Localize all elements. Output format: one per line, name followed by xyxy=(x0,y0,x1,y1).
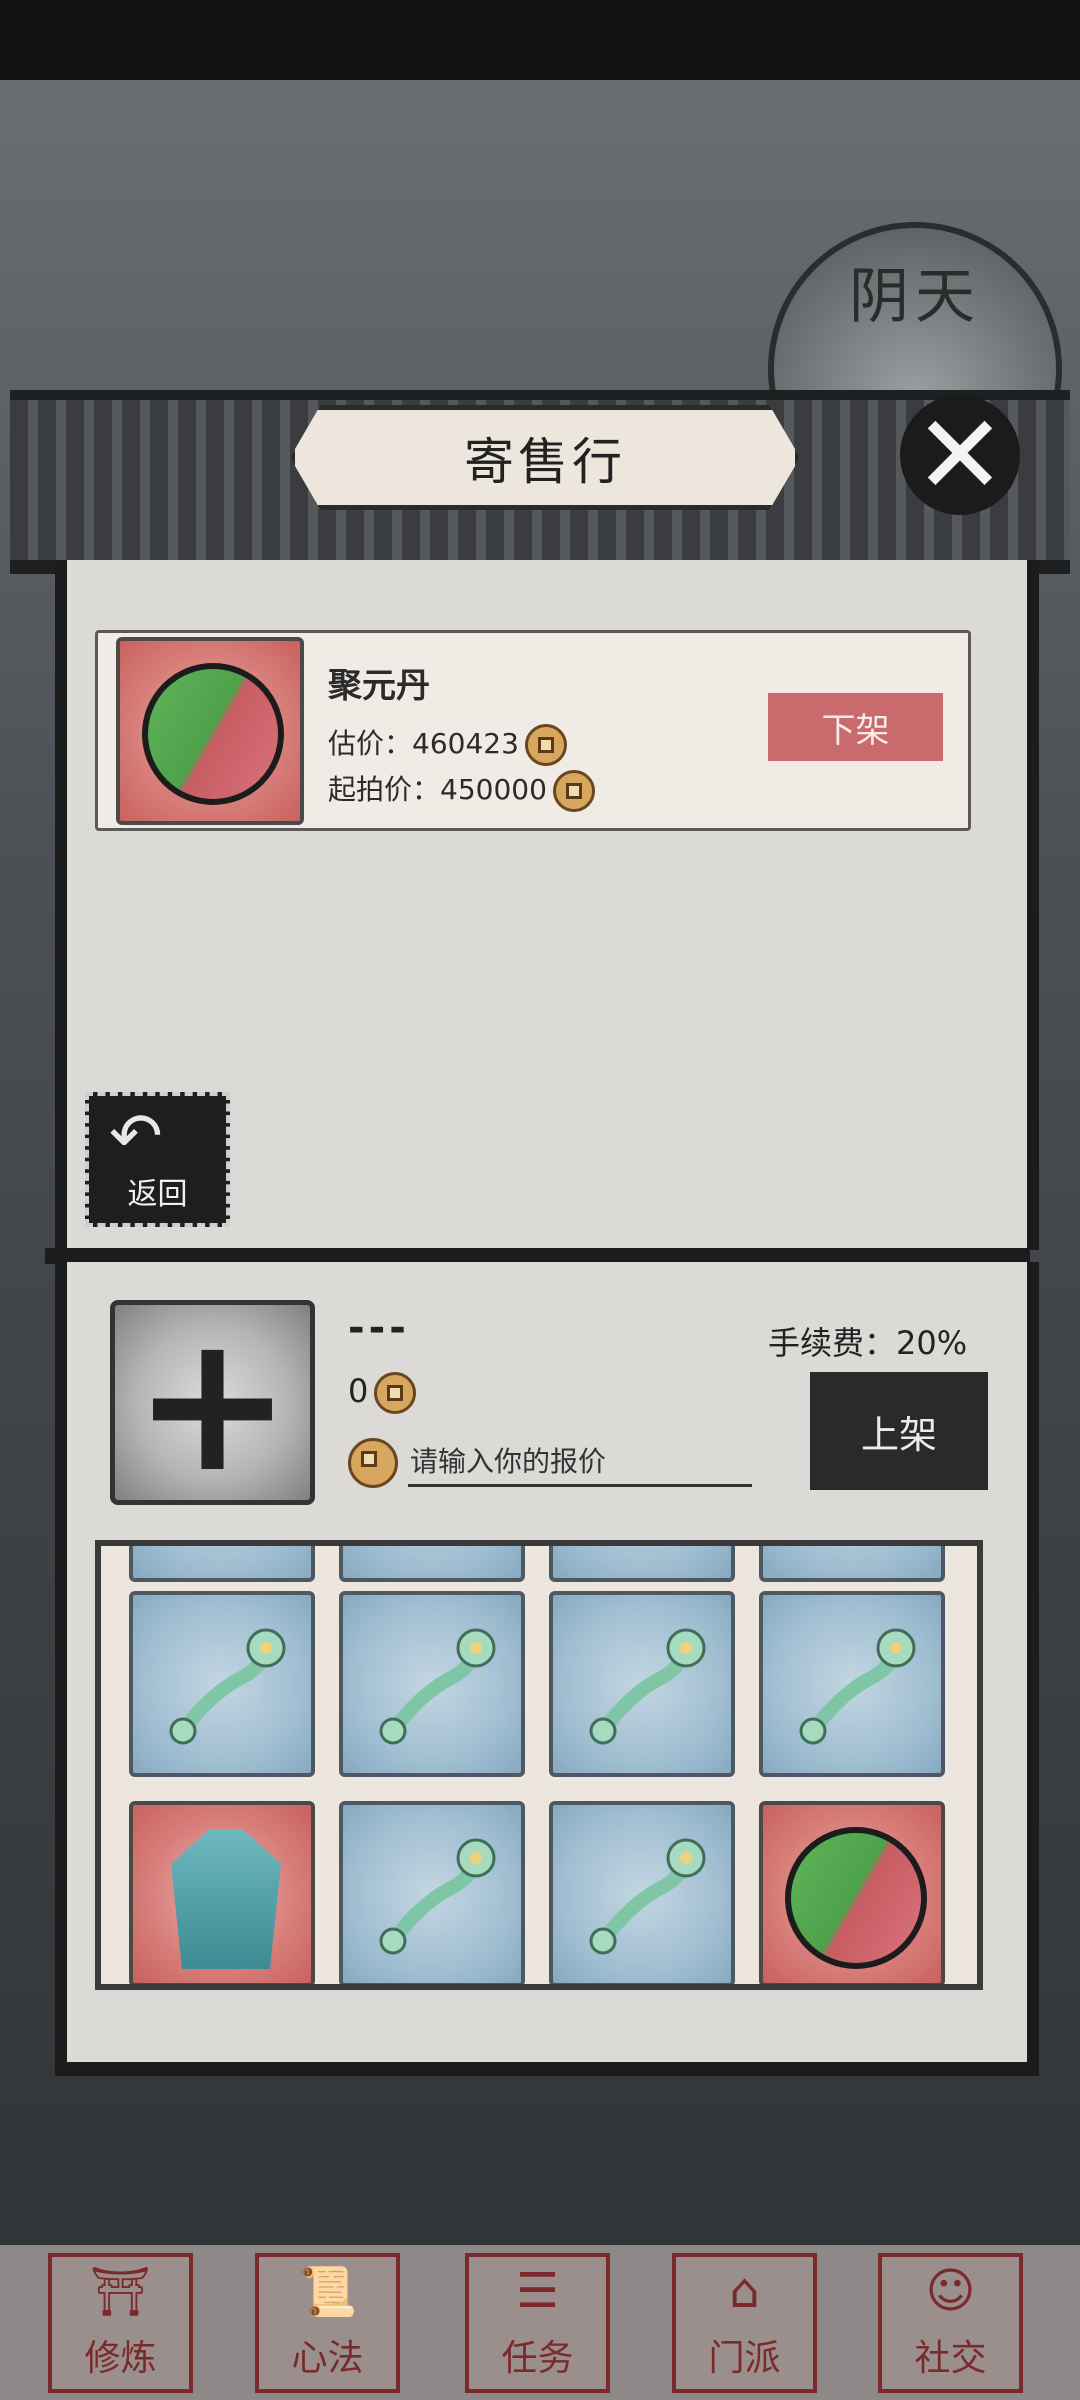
ruyi-icon xyxy=(799,1628,916,1745)
inventory-slot[interactable] xyxy=(129,1591,315,1777)
plus-icon: + xyxy=(132,1293,293,1514)
pill-icon xyxy=(785,1827,927,1969)
nav-label: 任务 xyxy=(501,2338,574,2379)
ruyi-icon xyxy=(589,1628,706,1745)
nav-item-sect[interactable]: ⌂ 门派 xyxy=(672,2253,817,2393)
title-plate: 寄售行 xyxy=(290,405,800,510)
quest-icon: ☰ xyxy=(515,2263,560,2319)
coin-icon xyxy=(348,1438,398,1488)
ruyi-icon xyxy=(379,1838,496,1955)
inventory-slot[interactable] xyxy=(549,1591,735,1777)
close-icon: ✕ xyxy=(913,391,1007,519)
delist-button[interactable]: 下架 xyxy=(768,693,943,761)
inventory-slot[interactable] xyxy=(759,1801,945,1984)
fee-label: 手续费：20% xyxy=(768,1324,968,1362)
list-button[interactable]: 上架 xyxy=(810,1372,988,1490)
cultivate-icon: ⛩ xyxy=(90,2264,151,2320)
start-price-text: 起拍价：450000 xyxy=(328,773,547,806)
nav-label: 修炼 xyxy=(84,2338,157,2379)
ruyi-icon xyxy=(169,1628,286,1745)
inventory-slot[interactable] xyxy=(759,1546,945,1582)
selected-item-name: --- xyxy=(348,1305,410,1351)
inventory-slot[interactable] xyxy=(129,1801,315,1984)
price-row xyxy=(348,1438,752,1488)
scroll-icon: 📜 xyxy=(297,2264,358,2320)
robe-icon xyxy=(171,1829,281,1969)
add-item-slot[interactable]: + xyxy=(110,1293,315,1514)
window-title: 寄售行 xyxy=(464,432,626,491)
sect-icon: ⌂ xyxy=(729,2263,760,2319)
social-icon: ☺ xyxy=(925,2263,976,2319)
inventory-slot[interactable] xyxy=(549,1801,735,1984)
pill-icon xyxy=(142,663,284,805)
nav-label: 门派 xyxy=(708,2338,781,2379)
back-label: 返回 xyxy=(127,1177,188,1212)
nav-label: 社交 xyxy=(914,2338,987,2379)
estimate-row: 估价：460423 xyxy=(328,722,567,766)
coin-icon xyxy=(524,724,567,766)
nav-item-methods[interactable]: 📜 心法 xyxy=(255,2253,400,2393)
status-bar xyxy=(0,0,1080,80)
nav-item-quests[interactable]: ☰ 任务 xyxy=(465,2253,610,2393)
coin-icon xyxy=(374,1372,417,1414)
nav-item-social[interactable]: ☺ 社交 xyxy=(878,2253,1023,2393)
coin-icon xyxy=(552,770,595,812)
selected-item-value: 0 xyxy=(348,1372,369,1410)
selected-item-value-row: 0 xyxy=(348,1372,417,1414)
listing-item-slot[interactable] xyxy=(116,637,304,825)
inventory-slot[interactable] xyxy=(339,1801,525,1984)
start-price-row: 起拍价：450000 xyxy=(328,768,595,812)
listing-item-name: 聚元丹 xyxy=(328,666,430,706)
inventory-slot[interactable] xyxy=(339,1591,525,1777)
nav-label: 心法 xyxy=(291,2338,364,2379)
back-arrow-icon: ↶ xyxy=(109,1100,163,1174)
inventory-slot[interactable] xyxy=(549,1546,735,1582)
ruyi-icon xyxy=(379,1628,496,1745)
nav-item-cultivate[interactable]: ⛩ 修炼 xyxy=(48,2253,193,2393)
ruyi-icon xyxy=(589,1838,706,1955)
inventory-slot[interactable] xyxy=(129,1546,315,1582)
inventory-grid xyxy=(95,1540,983,1990)
weather-label: 阴天 xyxy=(849,262,981,332)
close-button[interactable]: ✕ xyxy=(900,395,1020,515)
estimate-text: 估价：460423 xyxy=(328,727,519,760)
inventory-slot[interactable] xyxy=(339,1546,525,1582)
price-input[interactable] xyxy=(408,1439,752,1487)
back-button[interactable]: ↶ 返回 xyxy=(85,1092,230,1227)
inventory-slot[interactable] xyxy=(759,1591,945,1777)
